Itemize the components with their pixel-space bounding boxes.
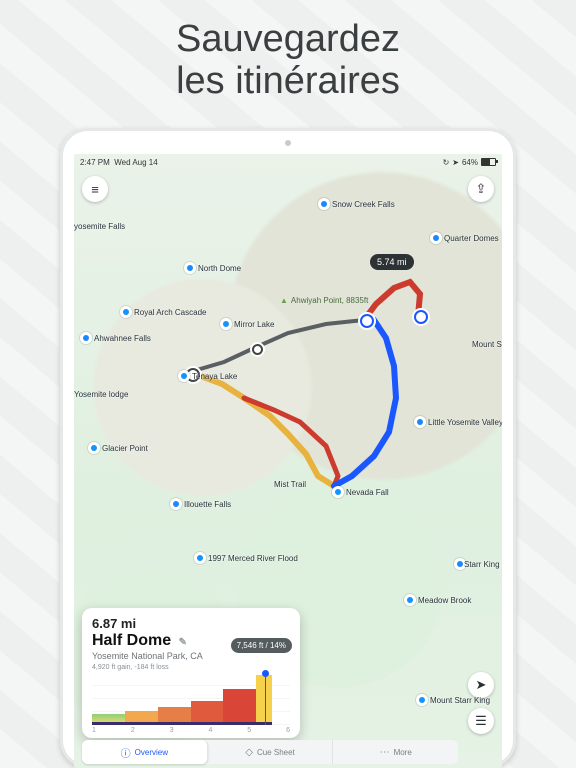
poi-yosemite-falls-label: yosemite Falls	[74, 222, 125, 231]
poi-royal-arch-label: Royal Arch Cascade	[134, 308, 206, 317]
poi-little-yos[interactable]	[414, 416, 426, 428]
route-end-node[interactable]	[414, 310, 428, 324]
poi-mirror-lake[interactable]	[220, 318, 232, 330]
poi-royal-arch[interactable]	[120, 306, 132, 318]
poi-quarter-domes-label: Quarter Domes	[444, 234, 499, 243]
tab-cue-label: Cue Sheet	[257, 748, 295, 757]
poi-illouette-label: Illouette Falls	[184, 500, 231, 509]
poi-starr-label: Mount Starr King	[430, 696, 490, 705]
poi-meadow-label: Meadow Brook	[418, 596, 471, 605]
xtick: 6	[286, 727, 290, 734]
info-icon: ⓘ	[121, 745, 131, 760]
chart-xaxis: 1 2 3 4 5 6	[92, 727, 290, 734]
elevation-chart[interactable]	[92, 673, 290, 725]
chart-segment	[191, 701, 224, 725]
poi-starr-lake-label: Starr King Lake	[464, 560, 502, 569]
route-card[interactable]: 6.87 mi Half Dome ✎ Yosemite National Pa…	[82, 608, 300, 738]
poi-ahwahnee[interactable]	[80, 332, 92, 344]
device-camera	[285, 140, 291, 146]
poi-merced[interactable]	[194, 552, 206, 564]
poi-tenaya[interactable]	[178, 370, 190, 382]
tab-more[interactable]: ⋯ More	[333, 740, 458, 764]
chart-cursor[interactable]	[265, 673, 266, 725]
poi-meadow[interactable]	[404, 594, 416, 606]
poi-north-dome-label: North Dome	[198, 264, 241, 273]
chart-segment	[158, 707, 191, 725]
poi-tenaya-label: Tenaya Lake	[192, 372, 237, 381]
poi-little-yos-label: Little Yosemite Valley	[428, 418, 502, 427]
poi-glacier-label: Glacier Point	[102, 444, 148, 453]
more-icon: ⋯	[380, 747, 390, 758]
tab-more-label: More	[394, 748, 412, 757]
poi-snow-creek-label: Snow Creek Falls	[332, 200, 395, 209]
poi-snow-creek[interactable]	[318, 198, 330, 210]
route-distance: 6.87 mi	[92, 616, 290, 631]
marketing-headline: Sauvegardez les itinéraires	[0, 18, 576, 102]
poi-starr[interactable]	[416, 694, 428, 706]
xtick: 3	[170, 727, 174, 734]
bottom-tabs: ⓘ Overview ◇ Cue Sheet ⋯ More	[82, 740, 458, 764]
tab-overview[interactable]: ⓘ Overview	[82, 740, 208, 764]
app-screen: 2:47 PM Wed Aug 14 ↻ ➤ 64% ≡ ⇪ ➤ ☰	[74, 154, 502, 768]
xtick: 2	[131, 727, 135, 734]
poi-illouette[interactable]	[170, 498, 182, 510]
poi-nevada[interactable]	[332, 486, 344, 498]
xtick: 1	[92, 727, 96, 734]
route-title-text: Half Dome	[92, 632, 171, 649]
route-distance-tooltip: 5.74 mi	[370, 254, 414, 270]
route-mid-node[interactable]	[252, 344, 263, 355]
xtick: 5	[247, 727, 251, 734]
poi-mist-label: Mist Trail	[274, 480, 306, 489]
poi-glacier[interactable]	[88, 442, 100, 454]
route-waypoint-node[interactable]	[360, 314, 374, 328]
chart-segment	[92, 714, 125, 725]
poi-quarter-domes[interactable]	[430, 232, 442, 244]
poi-lodge-label: Yosemite lodge	[74, 390, 128, 399]
cue-icon: ◇	[245, 747, 253, 758]
peak-label: Ahwiyah Point, 8835ft	[280, 296, 368, 305]
chart-segment	[125, 711, 158, 725]
poi-mt-starr-label: Mount Starr	[472, 340, 502, 349]
poi-merced-label: 1997 Merced River Flood	[208, 554, 298, 563]
tab-overview-label: Overview	[135, 748, 168, 757]
gain-loss: 4,920 ft gain, -184 ft loss	[92, 664, 290, 671]
poi-ahwahnee-label: Ahwahnee Falls	[94, 334, 151, 343]
edit-title-icon[interactable]: ✎	[179, 637, 187, 648]
elevation-badge: 7,546 ft / 14%	[231, 638, 292, 653]
xtick: 4	[208, 727, 212, 734]
poi-north-dome[interactable]	[184, 262, 196, 274]
poi-nevada-label: Nevada Fall	[346, 488, 389, 497]
chart-segment	[223, 689, 256, 725]
device-frame: 2:47 PM Wed Aug 14 ↻ ➤ 64% ≡ ⇪ ➤ ☰	[60, 128, 516, 768]
poi-mirror-lake-label: Mirror Lake	[234, 320, 274, 329]
tab-cue-sheet[interactable]: ◇ Cue Sheet	[208, 740, 334, 764]
